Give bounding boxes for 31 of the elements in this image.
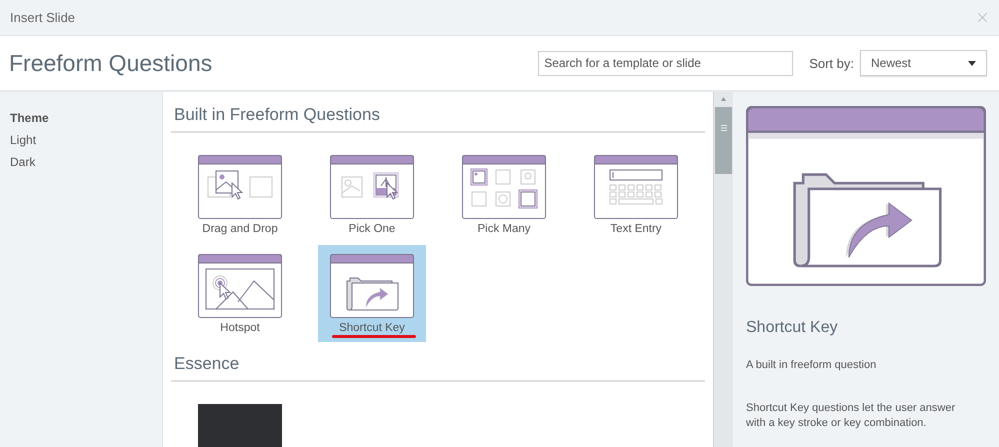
sort-label: Sort by:: [809, 56, 854, 70]
caret-icon: [968, 60, 976, 66]
preview-title: Shortcut Key: [746, 319, 838, 337]
template-tile[interactable]: Pick One: [318, 146, 426, 243]
sidebar-item[interactable]: Light: [10, 133, 36, 147]
tile-label: Drag and Drop: [202, 223, 278, 236]
tile-label: Shortcut Key: [339, 322, 405, 335]
tile-label: Hotspot: [220, 322, 260, 335]
search-field[interactable]: Search for a template or slide: [538, 50, 794, 76]
sidebar-heading: Theme: [10, 111, 49, 125]
window-title: Insert Slide: [10, 10, 76, 25]
tile-label: Pick Many: [477, 223, 531, 236]
preview-description: Shortcut Key questions let the user answer with a key stroke or key combination.: [746, 401, 956, 431]
section-heading: Essence: [171, 354, 705, 382]
template-tile[interactable]: Pick Many: [450, 146, 558, 243]
section-heading: Built in Freeform Questions: [171, 105, 705, 133]
scroll-thumb[interactable]: [715, 107, 732, 174]
preview-subtitle: A built in freeform question: [746, 359, 876, 371]
page-title: Freeform Questions: [9, 50, 214, 76]
template-tile[interactable]: Shortcut Key: [318, 245, 426, 342]
template-tile[interactable]: Drag and Drop: [186, 146, 294, 243]
scrollbar[interactable]: [713, 92, 733, 447]
sidebar-item[interactable]: Dark: [10, 155, 36, 169]
close-icon[interactable]: [978, 13, 987, 22]
sort-dropdown[interactable]: Newest: [860, 50, 987, 76]
template-tile[interactable]: Text Entry: [582, 146, 690, 243]
tile-label: Text Entry: [610, 223, 662, 236]
tile-label: Pick One: [348, 223, 396, 236]
template-tile[interactable]: Hotspot: [186, 245, 294, 342]
grip-icon: [720, 125, 726, 131]
scroll-up-icon[interactable]: [721, 97, 726, 101]
